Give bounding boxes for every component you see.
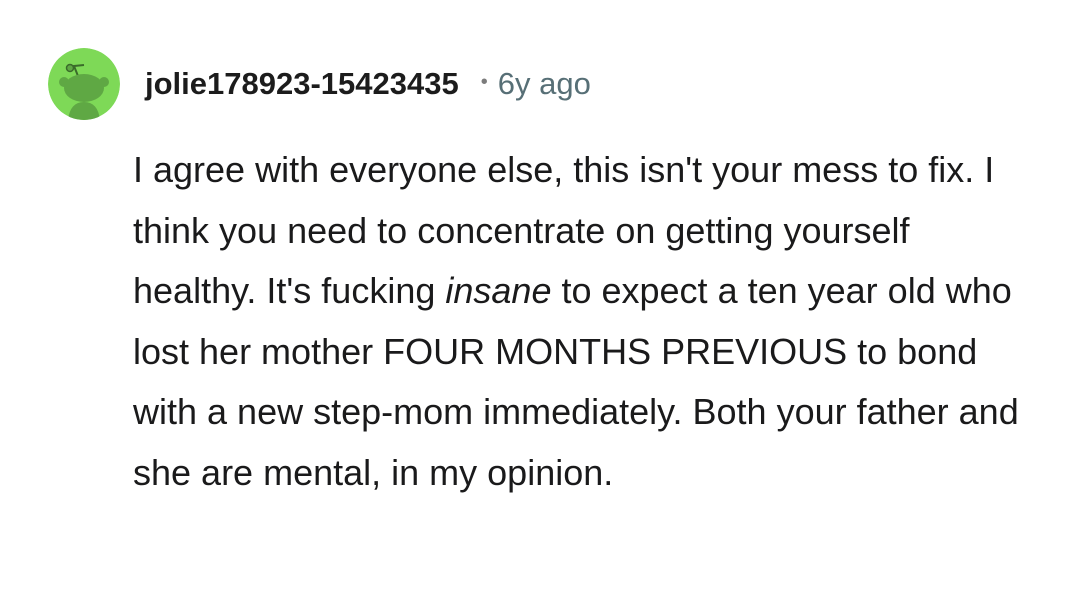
- comment-meta: jolie178923-15423435 • 6y ago: [145, 62, 591, 106]
- reddit-snoo-icon: [48, 48, 120, 120]
- comment-text-emphasis: insane: [445, 270, 552, 311]
- comment: jolie178923-15423435 • 6y ago I agree wi…: [0, 0, 1080, 590]
- avatar[interactable]: [48, 48, 120, 120]
- timestamp: 6y ago: [497, 66, 591, 101]
- username-link[interactable]: jolie178923-15423435: [145, 66, 459, 102]
- comment-body: I agree with everyone else, this isn't y…: [133, 140, 1033, 503]
- meta-separator: •: [480, 70, 488, 93]
